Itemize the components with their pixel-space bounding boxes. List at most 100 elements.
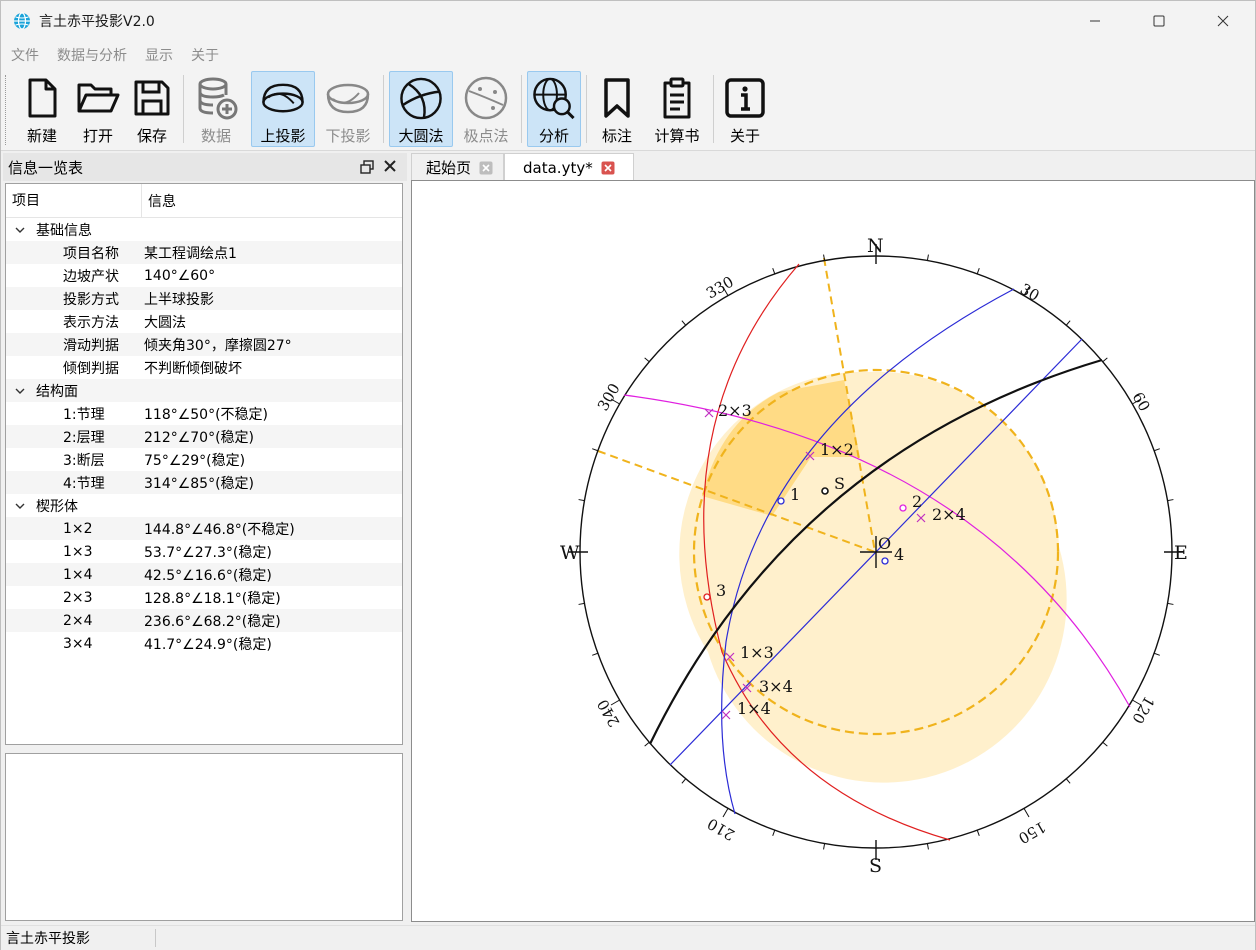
tree-row[interactable]: 1×2 144.8°∠46.8°(不稳定) [6,517,402,540]
tree-header: 项目 信息 [6,184,402,218]
about-button[interactable]: 关于 [719,71,771,147]
tree-row[interactable]: 边坡产状 140°∠60° [6,264,402,287]
new-label: 新建 [26,127,57,145]
mark-label: 标注 [601,127,632,145]
row-value: 212°∠70°(稳定) [144,429,255,446]
maximize-button[interactable] [1127,1,1191,41]
save-icon [134,80,170,116]
chevron-down-icon[interactable] [14,224,26,236]
azimuth-label-30: 30 [1017,280,1043,305]
row-key: 表示方法 [63,314,119,331]
tree-group-structural-planes[interactable]: 结构面 [6,379,402,402]
column-header-item[interactable]: 项目 [6,184,142,218]
toolbar-separator [586,75,587,143]
drawing-canvas[interactable]: N S W E 30 60 120 150 210 240 300 330 O [411,180,1255,922]
south-label: S [869,855,882,877]
tree-row[interactable]: 倾倒判据 不判断倾倒破坏 [6,356,402,379]
close-icon[interactable] [381,157,399,175]
toolbar-grip[interactable] [5,75,8,145]
tree-row[interactable]: 1×3 53.7°∠27.3°(稳定) [6,540,402,563]
tree-group-wedges[interactable]: 楔形体 [6,494,402,517]
great-circle-label: 大圆法 [398,127,444,145]
bookmark-icon [604,78,630,118]
title-bar: 言土赤平投影V2.0 [1,1,1255,41]
azimuth-tick [1102,357,1108,363]
calc-book-button[interactable]: 计算书 [647,71,707,147]
minimize-button[interactable] [1063,1,1127,41]
float-icon[interactable] [359,159,375,175]
column-header-info[interactable]: 信息 [142,191,176,211]
tree-row[interactable]: 1×4 42.5°∠16.6°(稳定) [6,563,402,586]
azimuth-tick [592,448,599,452]
tree-row[interactable]: 2×3 128.8°∠18.1°(稳定) [6,586,402,609]
info-icon [725,78,765,118]
toolbar: 新建 打开 保存 数据 上投影 下投影 大圆法 极点法 分析 标注 计算书 关于 [1,69,1255,151]
open-button[interactable]: 打开 [71,71,125,147]
toolbar-separator [383,75,384,143]
row-value: 53.7°∠27.3°(稳定) [144,544,272,561]
tree-row[interactable]: 4:节理 314°∠85°(稳定) [6,471,402,494]
window-title: 言土赤平投影V2.0 [39,14,155,30]
new-file-icon [28,78,57,118]
detail-panel[interactable] [5,753,403,921]
chevron-down-icon[interactable] [14,500,26,512]
tree-row[interactable]: 3×4 41.7°∠24.9°(稳定) [6,632,402,655]
plane-label-2: 2 [912,492,922,511]
close-tab-icon[interactable] [601,161,615,175]
close-tab-icon[interactable] [479,161,493,175]
row-value: 41.7°∠24.9°(稳定) [144,636,272,653]
menu-about[interactable]: 关于 [183,45,227,65]
menu-bar: 文件 数据与分析 显示 关于 [1,41,1255,69]
maximize-icon [1153,15,1165,27]
lower-hemisphere-icon [326,83,370,114]
menu-display[interactable]: 显示 [137,45,181,65]
pole-method-button[interactable]: 极点法 [457,71,515,147]
group-label: 基础信息 [36,222,92,239]
tree-row[interactable]: 项目名称 某工程调绘点1 [6,241,402,264]
azimuth-tick [1102,741,1108,747]
azimuth-tick [722,808,729,818]
pole-point-2 [899,504,907,512]
menu-data-analysis[interactable]: 数据与分析 [49,45,135,65]
azimuth-tick [1167,499,1174,502]
info-tree[interactable]: 项目 信息 基础信息 项目名称 某工程调绘点1 边坡产状 140°∠60° 投影方式… [5,183,403,745]
west-label: W [560,542,580,564]
dock-header: 信息一览表 [3,153,407,181]
tree-row[interactable]: 3:断层 75°∠29°(稳定) [6,448,402,471]
slope-label: S [834,474,845,493]
lower-projection-button[interactable]: 下投影 [319,71,377,147]
azimuth-label-330: 330 [703,273,737,303]
menu-file[interactable]: 文件 [3,45,47,65]
plane-label-4: 4 [894,545,904,564]
stereonet[interactable]: N S W E 30 60 120 150 210 240 300 330 O [412,181,1254,921]
azimuth-label-60: 60 [1129,389,1154,415]
tree-row[interactable]: 表示方法 大圆法 [6,310,402,333]
open-folder-icon [77,83,120,113]
tree-row[interactable]: 1:节理 118°∠50°(不稳定) [6,402,402,425]
row-key: 3:断层 [63,452,105,469]
tree-row[interactable]: 滑动判据 倾夹角30°，摩擦圆27° [6,333,402,356]
new-button[interactable]: 新建 [15,71,69,147]
mark-button[interactable]: 标注 [591,71,643,147]
pole-point-3 [703,593,711,601]
chevron-down-icon[interactable] [14,385,26,397]
save-button[interactable]: 保存 [125,71,179,147]
great-circle-button[interactable]: 大圆法 [389,71,453,147]
clipboard-icon [663,77,691,119]
azimuth-tick [578,602,585,605]
analysis-button[interactable]: 分析 [527,71,581,147]
data-button[interactable]: 数据 [189,71,243,147]
tree-group-basic[interactable]: 基础信息 [6,218,402,241]
tab-start-page[interactable]: 起始页 [411,153,505,181]
tree-row[interactable]: 2:层理 212°∠70°(稳定) [6,425,402,448]
close-icon [1217,15,1229,27]
tree-row[interactable]: 2×4 236.6°∠68.2°(稳定) [6,609,402,632]
azimuth-tick [823,843,826,850]
tab-data-file[interactable]: data.yty* [504,153,634,181]
close-button[interactable] [1191,1,1255,41]
row-key: 4:节理 [63,475,105,492]
azimuth-tick [772,829,776,836]
great-circle-icon [400,77,442,120]
tree-row[interactable]: 投影方式 上半球投影 [6,287,402,310]
upper-projection-button[interactable]: 上投影 [251,71,315,147]
